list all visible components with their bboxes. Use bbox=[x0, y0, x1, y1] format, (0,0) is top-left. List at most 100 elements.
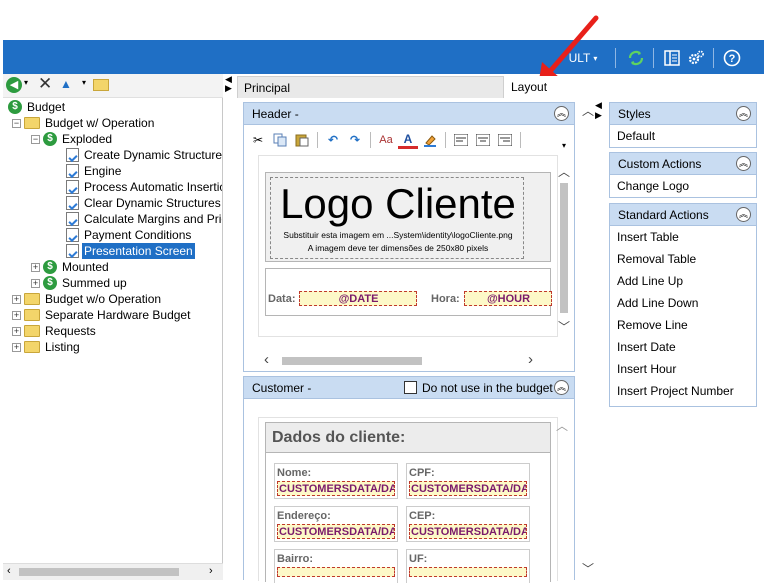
expand-icon[interactable]: + bbox=[12, 310, 21, 320]
tree-item[interactable]: Payment Conditions bbox=[66, 227, 193, 243]
collapse-icon[interactable]: ︽ bbox=[554, 106, 569, 121]
uf-field[interactable] bbox=[409, 567, 527, 577]
font-size-icon[interactable]: Aa bbox=[376, 130, 396, 150]
header-vertical-scrollbar[interactable]: ︿ ﹀ bbox=[556, 163, 572, 337]
layout-panel-button[interactable] bbox=[661, 47, 683, 69]
expand-right-icon[interactable]: ▶ bbox=[595, 110, 602, 121]
scroll-right-icon[interactable]: › bbox=[528, 351, 533, 368]
tree-item[interactable]: Calculate Margins and Prices bbox=[66, 211, 222, 227]
add-line-up-action[interactable]: Add Line Up bbox=[610, 270, 756, 292]
tree-item[interactable]: Clear Dynamic Structures bbox=[66, 195, 222, 211]
custom-actions-title[interactable]: Custom Actions ︽ bbox=[610, 153, 756, 175]
collapse-icon[interactable]: − bbox=[31, 134, 40, 144]
add-line-down-action[interactable]: Add Line Down bbox=[610, 292, 756, 314]
tree-horizontal-scrollbar[interactable]: ‹ › bbox=[3, 563, 223, 580]
scroll-down-icon[interactable]: ﹀ bbox=[582, 560, 594, 577]
chevron-down-icon[interactable]: ▾ bbox=[82, 78, 86, 87]
standard-actions-title[interactable]: Standard Actions ︽ bbox=[610, 204, 756, 226]
tree-item[interactable]: Engine bbox=[66, 163, 123, 179]
center-vertical-scrollbar[interactable]: ︿ ﹀ bbox=[579, 102, 597, 580]
tree-node-mounted[interactable]: + $ Mounted bbox=[31, 259, 111, 275]
removal-table-action[interactable]: Removal Table bbox=[610, 248, 756, 270]
insert-project-number-action[interactable]: Insert Project Number bbox=[610, 380, 756, 402]
align-right-icon[interactable] bbox=[495, 130, 515, 150]
collapse-icon[interactable]: ︽ bbox=[736, 156, 751, 171]
tree-item[interactable]: Process Automatic Insertion bbox=[66, 179, 222, 195]
close-icon[interactable]: ✕ bbox=[38, 75, 52, 93]
customer-panel-title[interactable]: Customer - Do not use in the budget ︽ bbox=[244, 377, 574, 399]
tree-node-listing[interactable]: + Listing bbox=[12, 339, 82, 355]
style-item-default[interactable]: Default bbox=[610, 125, 756, 147]
collapse-icon[interactable]: ︽ bbox=[736, 207, 751, 222]
logo-image-frame[interactable]: Logo Cliente Substituir esta imagem em .… bbox=[270, 177, 524, 259]
change-logo-action[interactable]: Change Logo bbox=[610, 175, 756, 197]
hour-field[interactable]: @HOUR bbox=[464, 291, 552, 306]
remove-line-action[interactable]: Remove Line bbox=[610, 314, 756, 336]
endereco-field[interactable]: CUSTOMERSDATA/DAT bbox=[277, 524, 395, 539]
tree-node-budget-w-operation[interactable]: − Budget w/ Operation bbox=[12, 115, 156, 131]
styles-panel-title[interactable]: Styles ︽ bbox=[610, 103, 756, 125]
tab-principal[interactable]: Principal bbox=[237, 76, 504, 98]
move-up-icon[interactable]: ▲ bbox=[60, 77, 72, 91]
nome-field[interactable]: CUSTOMERSDATA/DAT bbox=[277, 481, 395, 496]
left-splitter[interactable]: ◀ ▶ bbox=[223, 74, 237, 580]
chevron-down-icon[interactable]: ▾ bbox=[24, 78, 28, 87]
cut-icon[interactable]: ✂ bbox=[248, 130, 268, 150]
expand-icon[interactable]: + bbox=[31, 278, 40, 288]
expand-icon[interactable]: + bbox=[12, 326, 21, 336]
back-icon[interactable]: ◀ bbox=[6, 77, 22, 93]
date-field[interactable]: @DATE bbox=[299, 291, 417, 306]
tree-item[interactable]: Create Dynamic Structures bbox=[66, 147, 222, 163]
scroll-down-icon[interactable]: ﹀ bbox=[558, 318, 570, 335]
expand-icon[interactable]: + bbox=[12, 294, 21, 304]
collapse-icon[interactable]: − bbox=[12, 118, 21, 128]
cep-field[interactable]: CUSTOMERSDATA/DAT bbox=[409, 524, 527, 539]
cpf-field[interactable]: CUSTOMERSDATA/DAT bbox=[409, 481, 527, 496]
scroll-left-icon[interactable]: ‹ bbox=[264, 351, 269, 368]
align-center-icon[interactable] bbox=[473, 130, 493, 150]
tree-node-budget-wo-operation[interactable]: + Budget w/o Operation bbox=[12, 291, 163, 307]
scrollbar-thumb[interactable] bbox=[560, 183, 568, 313]
refresh-button[interactable] bbox=[625, 47, 647, 69]
expand-icon[interactable]: + bbox=[12, 342, 21, 352]
tab-layout[interactable]: Layout bbox=[505, 76, 595, 98]
paste-icon[interactable] bbox=[292, 130, 312, 150]
tree-item-selected[interactable]: Presentation Screen bbox=[66, 243, 195, 259]
undo-icon[interactable]: ↶ bbox=[323, 130, 343, 150]
collapse-icon[interactable]: ︽ bbox=[554, 380, 569, 395]
customer-canvas[interactable]: Dados do cliente: Nome: CUSTOMERSDATA/DA… bbox=[258, 417, 558, 583]
scroll-up-icon[interactable]: ︿ bbox=[556, 417, 568, 434]
redo-icon[interactable]: ↷ bbox=[345, 130, 365, 150]
copy-icon[interactable] bbox=[270, 130, 290, 150]
insert-date-action[interactable]: Insert Date bbox=[610, 336, 756, 358]
tree-node-separate-hw[interactable]: + Separate Hardware Budget bbox=[12, 307, 192, 323]
do-not-use-checkbox[interactable] bbox=[404, 381, 417, 394]
settings-button[interactable] bbox=[685, 47, 707, 69]
scroll-left-icon[interactable]: ‹ bbox=[7, 565, 11, 577]
expand-icon[interactable]: + bbox=[31, 262, 40, 272]
collapse-icon[interactable]: ︽ bbox=[736, 106, 751, 121]
scroll-right-icon[interactable]: › bbox=[209, 565, 213, 577]
toolbar-overflow-icon[interactable]: ▾ bbox=[562, 141, 566, 150]
align-left-icon[interactable] bbox=[451, 130, 471, 150]
tree-node-exploded[interactable]: − $ Exploded bbox=[31, 131, 114, 147]
insert-hour-action[interactable]: Insert Hour bbox=[610, 358, 756, 380]
scroll-up-icon[interactable]: ︿ bbox=[582, 102, 594, 119]
scrollbar-thumb[interactable] bbox=[19, 568, 179, 576]
header-canvas[interactable]: Logo Cliente Substituir esta imagem em .… bbox=[258, 155, 558, 337]
expand-right-icon[interactable]: ▶ bbox=[225, 83, 232, 94]
bairro-field[interactable] bbox=[277, 567, 395, 577]
tree-node-requests[interactable]: + Requests bbox=[12, 323, 98, 339]
scrollbar-thumb[interactable] bbox=[282, 357, 422, 365]
help-button[interactable]: ? bbox=[721, 47, 743, 69]
tree-node-summed-up[interactable]: + $ Summed up bbox=[31, 275, 129, 291]
scroll-up-icon[interactable]: ︿ bbox=[558, 163, 570, 180]
header-panel-title[interactable]: Header - ︽ bbox=[244, 103, 574, 125]
tree-node-budget[interactable]: $ Budget bbox=[8, 99, 67, 115]
folder-open-icon[interactable] bbox=[93, 79, 109, 91]
insert-table-action[interactable]: Insert Table bbox=[610, 226, 756, 248]
logo-block[interactable]: Logo Cliente Substituir esta imagem em .… bbox=[265, 172, 551, 262]
header-horizontal-scrollbar[interactable]: ‹ › bbox=[258, 351, 558, 369]
highlight-icon[interactable] bbox=[420, 130, 440, 150]
font-color-icon[interactable]: A bbox=[398, 132, 418, 149]
